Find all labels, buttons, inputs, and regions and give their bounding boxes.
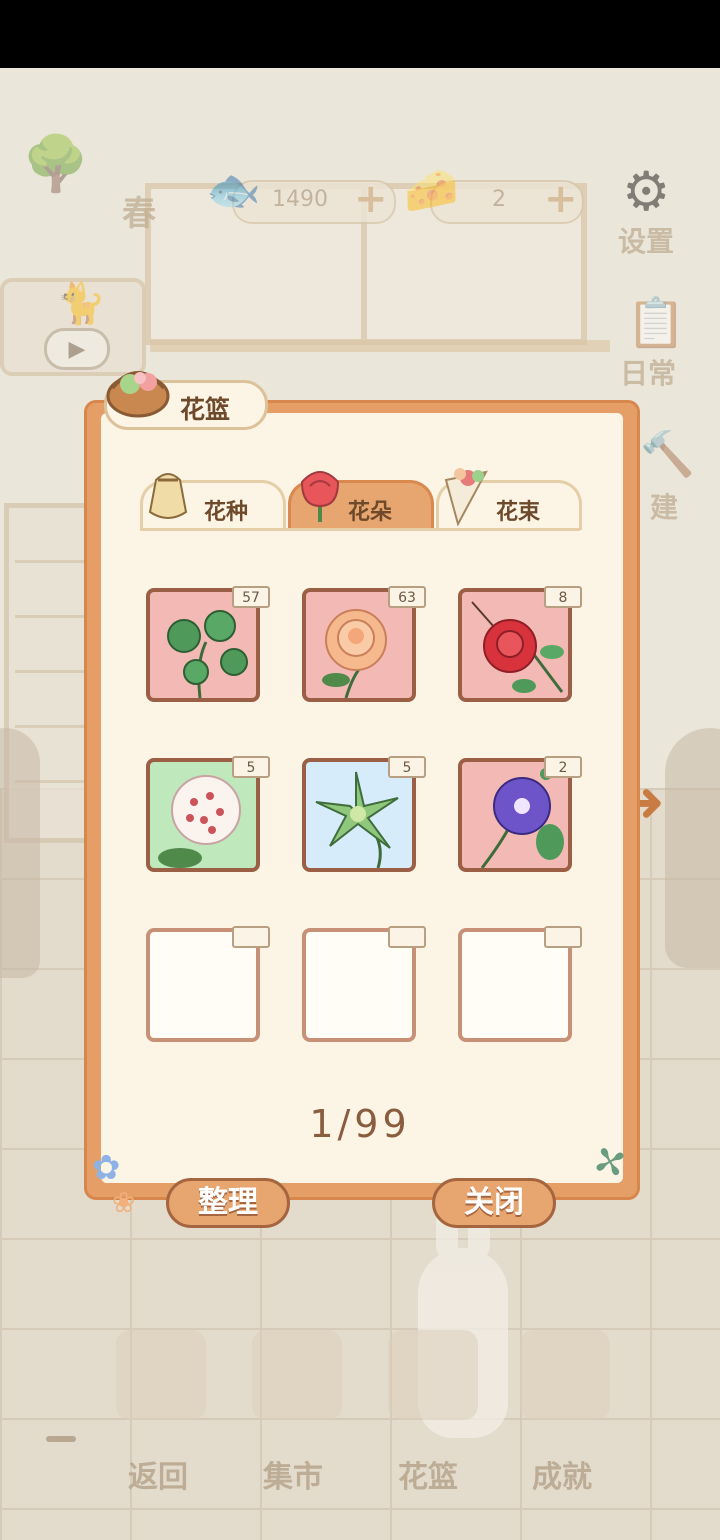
blue-butterfly-icon: ✿ xyxy=(92,1148,121,1188)
rose-flower-icon xyxy=(300,471,340,522)
trophy-nav-icon[interactable] xyxy=(520,1330,610,1420)
slot-count-badge: 2 xyxy=(544,756,582,778)
cheese-count: 2 xyxy=(492,187,506,212)
hammer-icon[interactable]: 🔨 xyxy=(640,428,695,480)
tab-flowers-label: 花朵 xyxy=(348,500,393,525)
background-bear-left xyxy=(0,728,40,978)
slot-count-badge: 8 xyxy=(544,586,582,608)
slot-count-badge: 5 xyxy=(232,756,270,778)
slot-count-badge xyxy=(232,926,270,948)
tab-bouquets-label: 花束 xyxy=(496,500,541,525)
fish-bone-icon: 🐟 xyxy=(206,165,261,216)
nav-back-label[interactable]: 返回 xyxy=(108,1452,208,1496)
tab-seeds-label: 花种 xyxy=(204,500,249,525)
build-label[interactable]: 建 xyxy=(650,486,678,526)
basket-nav-icon[interactable] xyxy=(388,1330,478,1420)
cheese-icon: 🧀 xyxy=(404,165,459,216)
back-nav-icon[interactable] xyxy=(116,1330,206,1420)
cat-icon: 🐈 xyxy=(56,281,106,327)
market-nav-icon[interactable] xyxy=(252,1330,342,1420)
nav-market-label[interactable]: 集市 xyxy=(243,1452,343,1496)
fish-count: 1490 xyxy=(272,187,328,212)
status-bar xyxy=(0,0,720,68)
gear-icon[interactable]: ⚙ xyxy=(622,160,670,223)
dialog-title: 花篮 xyxy=(180,395,231,424)
bouquet-icon xyxy=(444,468,488,527)
slot-count-badge: 57 xyxy=(232,586,270,608)
slot-count-badge xyxy=(544,926,582,948)
tab-divider xyxy=(140,528,580,531)
slot-count-badge: 5 xyxy=(388,756,426,778)
slot-count-badge xyxy=(388,926,426,948)
nav-achievements-label[interactable]: 成就 xyxy=(512,1452,612,1496)
background-bear-right xyxy=(665,728,720,968)
close-button[interactable]: 关闭 xyxy=(432,1178,556,1228)
collapse-minus-icon[interactable] xyxy=(46,1436,76,1442)
nav-basket-label[interactable]: 花篮 xyxy=(378,1452,478,1496)
tree-icon[interactable]: 🌳 xyxy=(22,132,89,196)
slot-count-badge: 63 xyxy=(388,586,426,608)
add-fish-button[interactable]: + xyxy=(354,176,388,222)
daily-label[interactable]: 日常 xyxy=(620,352,676,392)
flower-basket-icon xyxy=(106,371,170,418)
notepad-icon[interactable]: 📋 xyxy=(626,294,686,351)
add-cheese-button[interactable]: + xyxy=(544,176,578,222)
settings-label[interactable]: 设置 xyxy=(618,220,674,260)
seed-bag-icon xyxy=(148,473,188,519)
orange-butterfly-icon: ❀ xyxy=(112,1186,136,1219)
sort-button[interactable]: 整理 xyxy=(166,1178,290,1228)
season-label: 春 xyxy=(122,194,156,234)
play-video-button[interactable]: ▶ xyxy=(44,328,110,370)
background-shelf-board xyxy=(150,340,610,352)
